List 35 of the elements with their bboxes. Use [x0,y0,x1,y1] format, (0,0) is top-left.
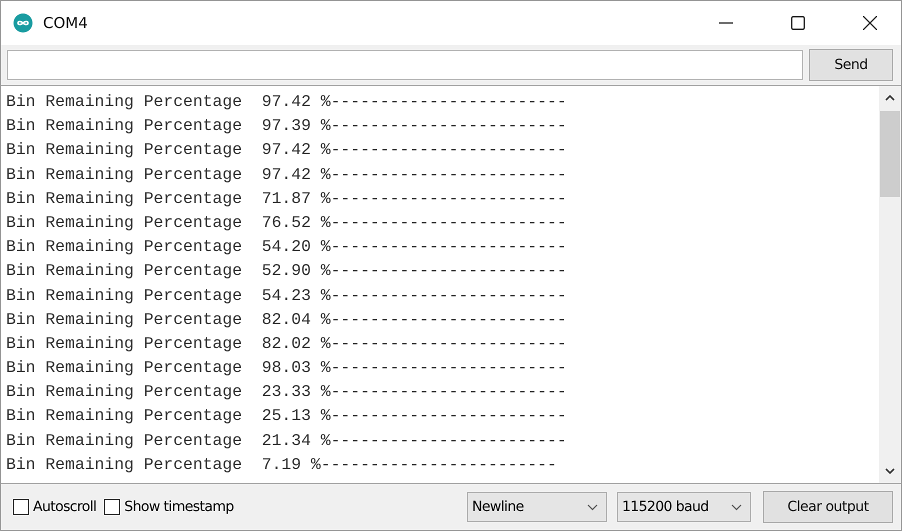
output-line: Bin Remaining Percentage 76.52 %------------------------ [6,212,568,234]
output-line: Bin Remaining Percentage 71.87 %------------------------ [6,188,568,210]
output-line: Bin Remaining Percentage 97.42 %------------------------ [6,164,568,186]
send-input-field[interactable] [7,50,803,80]
output-line: Bin Remaining Percentage 52.90 %------------------------ [6,260,568,282]
baud-rate-dropdown[interactable]: 115200 baud [617,492,751,522]
output-line: Bin Remaining Percentage 97.42 %------------------------ [6,139,568,162]
infinity-logo-icon [13,13,33,33]
output-line: Bin Remaining Percentage 54.20 %------------------------ [6,236,568,258]
scroll-down-icon[interactable] [885,468,895,475]
output-line: Bin Remaining Percentage 23.33 %------------------------ [6,381,568,404]
scrollbar[interactable] [879,86,901,483]
checkbox[interactable] [13,499,29,515]
scroll-up-icon[interactable] [885,94,895,101]
chevron-down-icon [731,504,742,510]
output-line: Bin Remaining Percentage 82.04 %------------------------ [6,308,568,331]
output-line: Bin Remaining Percentage 25.13 %------------------------ [6,405,568,428]
output-line: Bin Remaining Percentage 97.42 %------------------------ [6,91,568,113]
output-line: Bin Remaining Percentage 54.23 %------------------------ [6,284,568,306]
maximize-icon[interactable] [791,16,805,30]
output-line: Bin Remaining Percentage 82.02 %------------------------ [6,332,568,355]
window-title: COM4 [43,14,88,32]
send-button[interactable]: Send [809,49,893,81]
scrollbar-thumb[interactable] [880,111,900,197]
checkbox-label[interactable]: Show timestamp [124,499,234,515]
output-line: Bin Remaining Percentage 21.34 %------------------------ [6,430,568,452]
checkbox[interactable] [104,499,120,515]
output-line: Bin Remaining Percentage 98.03 %------------------------ [6,357,568,380]
chevron-down-icon [587,504,598,510]
checkbox-label[interactable]: Autoscroll [33,499,96,515]
line-ending-dropdown[interactable]: Newline [467,492,607,522]
clear-output-button[interactable]: Clear output [763,491,893,523]
output-line: Bin Remaining Percentage 7.19 %------------------------ [6,454,558,476]
output-line: Bin Remaining Percentage 97.39 %------------------------ [6,115,568,138]
close-icon[interactable] [863,16,877,30]
